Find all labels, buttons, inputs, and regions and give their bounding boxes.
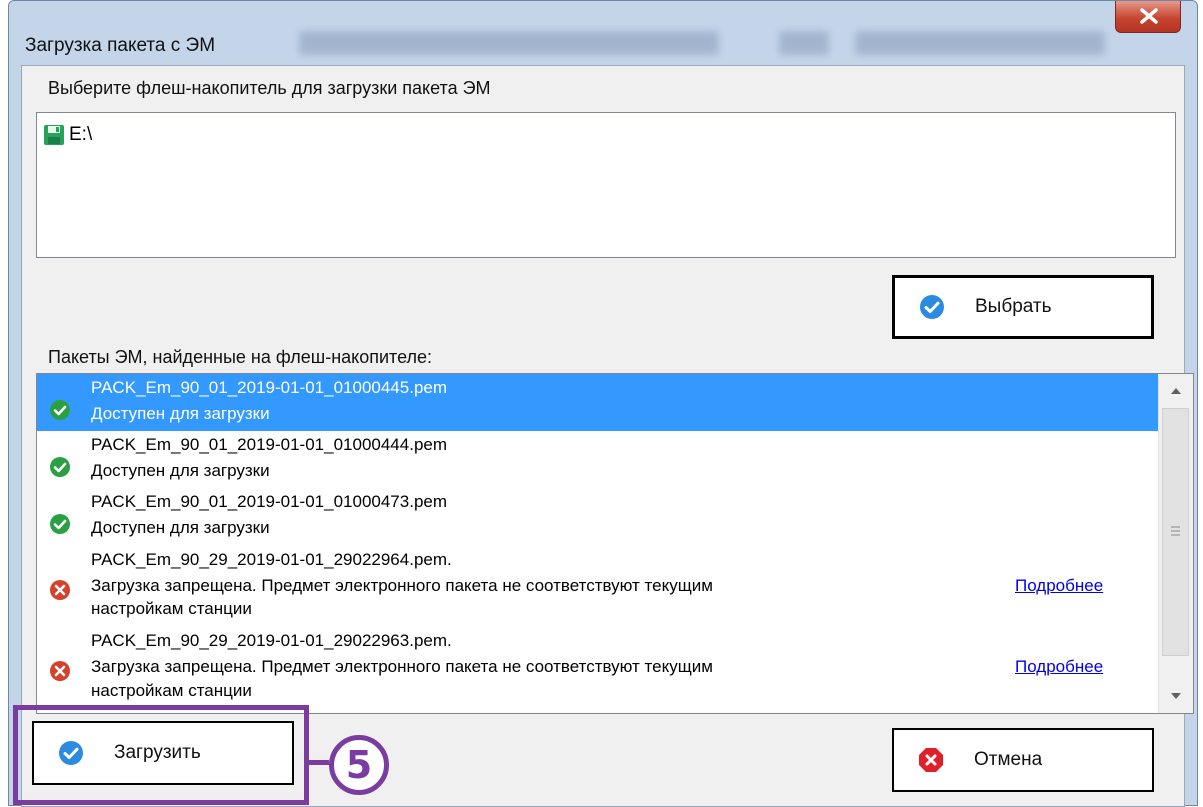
scroll-up-button[interactable] — [1159, 374, 1193, 408]
annotation-highlight-box — [13, 705, 309, 805]
package-status: Загрузка запрещена. Предмет электронного… — [91, 657, 713, 676]
package-status: Загрузка запрещена. Предмет электронного… — [91, 576, 713, 595]
chevron-up-icon — [1171, 388, 1181, 394]
title-bar[interactable]: Загрузка пакета с ЭМ — [9, 1, 1197, 61]
dialog-window: Загрузка пакета с ЭМ Выберите флеш-накоп… — [8, 0, 1198, 807]
check-circle-icon — [50, 400, 70, 420]
package-row[interactable]: PACK_Em_90_01_2019-01-01_01000444.pem До… — [37, 431, 1159, 488]
list-scrollbar[interactable] — [1158, 374, 1193, 713]
annotation-connector — [307, 760, 329, 765]
packages-section-label: Пакеты ЭМ, найденные на флеш-накопителе: — [48, 347, 433, 367]
blurred-background-title — [299, 31, 719, 55]
package-status: Доступен для загрузки — [91, 461, 270, 480]
details-link[interactable]: Подробнее — [1015, 576, 1103, 596]
package-status: Доступен для загрузки — [91, 404, 270, 423]
package-row[interactable]: PACK_Em_90_29_2019-01-01_29022964.pem. З… — [37, 545, 1159, 627]
drive-item-e[interactable]: E:\ — [43, 123, 92, 147]
package-status: Доступен для загрузки — [91, 518, 270, 537]
scroll-thumb[interactable] — [1162, 408, 1189, 656]
package-row[interactable]: PACK_Em_90_01_2019-01-01_01000473.pem До… — [37, 488, 1159, 545]
package-name: PACK_Em_90_29_2019-01-01_29022963.pem. — [91, 631, 452, 650]
annotation-step-marker: 5 — [329, 735, 389, 795]
package-name: PACK_Em_90_01_2019-01-01_01000445.pem — [91, 378, 448, 397]
package-row[interactable]: PACK_Em_90_29_2019-01-01_29022963.pem. З… — [37, 627, 1159, 713]
scroll-down-button[interactable] — [1159, 679, 1193, 713]
blurred-background-title — [855, 31, 1105, 55]
check-circle-icon — [50, 457, 70, 477]
check-circle-icon — [920, 295, 944, 319]
package-name: PACK_Em_90_01_2019-01-01_01000473.pem — [91, 492, 448, 511]
drive-label: E:\ — [69, 124, 93, 145]
drive-section-label: Выберите флеш-накопитель для загрузки па… — [48, 78, 491, 98]
package-name: PACK_Em_90_29_2019-01-01_29022964.pem. — [91, 550, 452, 569]
error-circle-icon — [50, 580, 70, 600]
cancel-icon — [919, 748, 943, 772]
cancel-button-label: Отмена — [974, 749, 1043, 770]
dialog-body: Выберите флеш-накопитель для загрузки па… — [21, 65, 1194, 807]
packages-list[interactable]: PACK_Em_90_01_2019-01-01_01000445.pem До… — [36, 373, 1194, 714]
package-status-continued: настройкам станции — [91, 681, 252, 700]
chevron-down-icon — [1171, 693, 1181, 699]
check-circle-icon — [50, 514, 70, 534]
select-button[interactable]: Выбрать — [892, 275, 1154, 339]
close-button[interactable] — [1115, 1, 1181, 33]
package-status-continued: настройкам станции — [91, 599, 252, 618]
close-icon — [1140, 8, 1158, 24]
cancel-button[interactable]: Отмена — [892, 728, 1154, 792]
annotation-step-number: 5 — [345, 743, 373, 787]
window-title: Загрузка пакета с ЭМ — [25, 35, 216, 56]
select-button-label: Выбрать — [975, 296, 1052, 317]
drive-list[interactable]: E:\ — [36, 112, 1176, 258]
package-name: PACK_Em_90_01_2019-01-01_01000444.pem — [91, 435, 448, 454]
error-circle-icon — [50, 661, 70, 681]
floppy-disk-icon — [44, 125, 64, 145]
package-row[interactable]: PACK_Em_90_01_2019-01-01_01000445.pem До… — [37, 374, 1159, 431]
details-link[interactable]: Подробнее — [1015, 657, 1103, 677]
grip-icon — [1171, 526, 1180, 536]
blurred-background-title — [779, 31, 829, 55]
